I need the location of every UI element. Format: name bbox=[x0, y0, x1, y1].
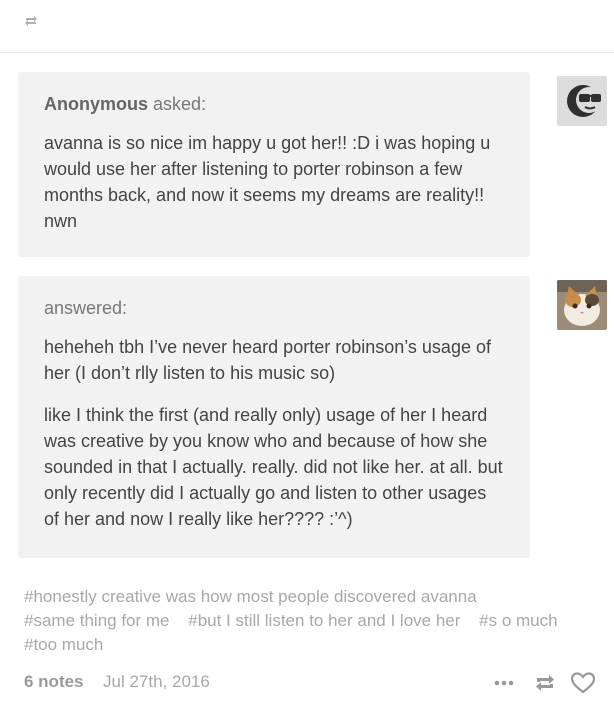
ask-header: Anonymous asked: bbox=[44, 93, 504, 115]
reblog-icon[interactable] bbox=[533, 671, 557, 695]
post-header bbox=[0, 0, 614, 53]
answered-label: answered: bbox=[44, 298, 128, 318]
post-tags: #honestly creative was how most people d… bbox=[24, 585, 594, 657]
post-date[interactable]: Jul 27th, 2016 bbox=[103, 672, 210, 692]
answer-paragraph: heheheh tbh I’ve never heard porter robi… bbox=[44, 337, 491, 383]
answer-paragraph: like I think the first (and really only)… bbox=[44, 405, 503, 529]
asker-name[interactable]: Anonymous bbox=[44, 94, 148, 114]
tag-link[interactable]: #too much bbox=[24, 635, 103, 654]
reblog-icon[interactable] bbox=[23, 13, 39, 29]
tag-link[interactable]: #same thing for me bbox=[24, 611, 170, 630]
anonymous-sunglasses-icon bbox=[557, 76, 607, 126]
blog-avatar[interactable] bbox=[557, 280, 607, 330]
ask-bubble: Anonymous asked: avanna is so nice im ha… bbox=[18, 72, 530, 257]
post-footer: 6 notes Jul 27th, 2016 bbox=[24, 670, 604, 696]
anonymous-avatar bbox=[557, 76, 607, 126]
answer-bubble: answered: heheheh tbh I’ve never heard p… bbox=[18, 276, 530, 558]
ask-question: avanna is so nice im happy u got her!! :… bbox=[44, 133, 491, 231]
tag-link[interactable]: #s o much bbox=[479, 611, 557, 630]
notes-count[interactable]: 6 notes bbox=[24, 672, 84, 692]
cat-avatar-icon bbox=[557, 280, 607, 330]
asked-label: asked: bbox=[153, 94, 207, 114]
tag-link[interactable]: #but I still listen to her and I love he… bbox=[188, 611, 460, 630]
tag-link[interactable]: #honestly creative was how most people d… bbox=[24, 587, 477, 606]
more-options-icon[interactable] bbox=[493, 676, 515, 690]
heart-icon[interactable] bbox=[570, 671, 596, 695]
